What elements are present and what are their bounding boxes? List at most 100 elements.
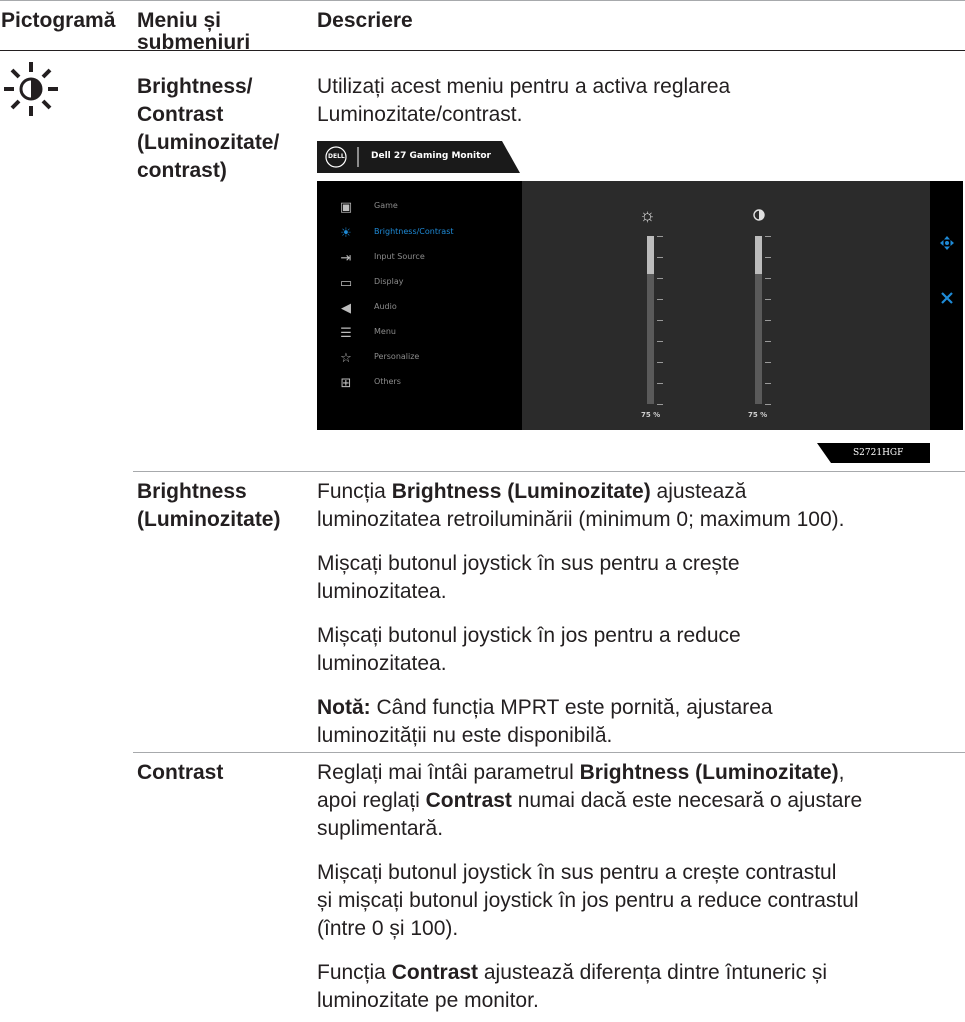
- osd-monitor-title: Dell 27 Gaming Monitor: [371, 151, 491, 161]
- osd-panel: ▣ Game ☀ Brightness/Contrast ⇥ Input Sou…: [317, 181, 963, 430]
- contrast-desc-line2: apoi reglați Contrast numai dacă este ne…: [317, 787, 862, 815]
- text-run: apoi reglați: [317, 789, 426, 812]
- contrast-slider-level: [755, 236, 762, 274]
- contrast-slider[interactable]: [755, 236, 762, 404]
- osd-item-game[interactable]: ▣ Game: [337, 197, 522, 217]
- brightness-tick: [657, 383, 663, 384]
- osd-item-display[interactable]: ▭ Display: [337, 273, 522, 293]
- bc-desc-line2: Luminozitate/contrast.: [317, 103, 523, 126]
- text-run: ajustează diferența dintre întuneric și: [478, 961, 828, 984]
- brightness-tick: [657, 362, 663, 363]
- brightness-tick: [657, 236, 663, 237]
- star-icon: ☆: [340, 350, 352, 365]
- menu-icon: ☰: [340, 325, 352, 340]
- header-pictogram: Pictogramă: [1, 9, 116, 32]
- contrast-value-label: 75 %: [748, 411, 768, 419]
- osd-joystick-column: [930, 181, 963, 430]
- text-run: ,: [838, 761, 845, 784]
- osd-item-label: Brightness/Contrast: [374, 227, 454, 236]
- audio-icon: ◀: [341, 300, 351, 315]
- brightness-contrast-icon: [0, 58, 62, 120]
- input-source-icon: ⇥: [340, 250, 352, 265]
- osd-menu-list: ▣ Game ☀ Brightness/Contrast ⇥ Input Sou…: [317, 181, 522, 430]
- brightness-tick: [657, 278, 663, 279]
- contrast-tick: [765, 404, 771, 405]
- text-run-bold: Contrast: [425, 789, 512, 812]
- header-description: Descriere: [317, 9, 413, 32]
- brightness-slider-level: [647, 236, 654, 274]
- osd-item-brightness-contrast[interactable]: ☀ Brightness/Contrast: [337, 223, 522, 243]
- osd-item-audio[interactable]: ◀ Audio: [337, 298, 522, 318]
- osd-item-label: Personalize: [374, 352, 420, 361]
- osd-item-label: Menu: [374, 327, 396, 336]
- header-menu-line1: Meniu și: [137, 9, 222, 32]
- text-run-bold: Brightness (Luminozitate): [579, 761, 839, 784]
- joystick-move-icon[interactable]: [940, 236, 954, 250]
- osd-contrast-icon: [753, 208, 765, 221]
- brightness-desc-line1: Funcția Brightness (Luminozitate) ajuste…: [317, 478, 746, 506]
- contrast-tick: [765, 278, 771, 279]
- text-run: numai dacă este necesară o ajustare: [511, 789, 863, 812]
- bc-desc-line1: Utilizați acest meniu pentru a activa re…: [317, 75, 731, 98]
- contrast-tick: [765, 299, 771, 300]
- menu-brightness-contrast-2: Contrast: [137, 103, 224, 126]
- osd-item-label: Display: [374, 277, 404, 286]
- contrast-joystick-line2: și mișcați butonul joystick în jos pentr…: [317, 889, 859, 912]
- contrast-tick: [765, 362, 771, 363]
- osd-item-label: Audio: [374, 302, 397, 311]
- brightness-desc-line2: luminozitatea retroiluminării (minimum 0…: [317, 508, 845, 531]
- menu-brightness-1: Brightness: [137, 480, 247, 503]
- text-run: ajustează: [650, 480, 747, 503]
- osd-item-others[interactable]: ⊞ Others: [337, 373, 522, 393]
- contrast-function-line2: luminozitate pe monitor.: [317, 989, 539, 1012]
- brightness-down-line1: Mișcați butonul joystick în jos pentru a…: [317, 624, 741, 647]
- others-icon: ⊞: [340, 375, 352, 390]
- brightness-tick: [657, 341, 663, 342]
- text-run: Funcția: [317, 480, 392, 503]
- osd-item-label: Game: [374, 201, 398, 210]
- contrast-tick: [765, 383, 771, 384]
- osd-brightness-sun-icon: ☼: [639, 205, 656, 225]
- contrast-tick: [765, 341, 771, 342]
- model-badge: S2721HGF: [817, 443, 930, 463]
- text-run-bold: Contrast: [391, 961, 479, 984]
- contrast-function-line1: Funcția Contrast ajustează diferența din…: [317, 959, 827, 987]
- text-run-bold: Brightness (Luminozitate): [391, 480, 651, 503]
- contrast-tick: [765, 236, 771, 237]
- text-run: Reglați mai întâi parametrul: [317, 761, 580, 784]
- osd-item-personalize[interactable]: ☆ Personalize: [337, 348, 522, 368]
- menu-brightness-contrast-4: contrast): [137, 159, 227, 182]
- header-menu-line2: submeniuri: [137, 31, 251, 54]
- brightness-tick: [657, 299, 663, 300]
- osd-item-label: Others: [374, 377, 401, 386]
- menu-contrast: Contrast: [137, 761, 224, 784]
- osd-title-tab: DELL Dell 27 Gaming Monitor: [317, 141, 520, 173]
- model-name: S2721HGF: [853, 448, 904, 458]
- close-icon[interactable]: [941, 291, 953, 304]
- brightness-tick: [657, 404, 663, 405]
- osd-item-label: Input Source: [374, 252, 425, 261]
- menu-brightness-2: (Luminozitate): [137, 508, 281, 531]
- brightness-note-line2: luminozității nu este disponibilă.: [317, 724, 613, 747]
- contrast-joystick-line1: Mișcați butonul joystick în sus pentru a…: [317, 861, 837, 884]
- contrast-desc-line3: suplimentară.: [317, 817, 444, 840]
- contrast-joystick-line3: (între 0 și 100).: [317, 917, 459, 940]
- brightness-up-line1: Mișcați butonul joystick în sus pentru a…: [317, 552, 740, 575]
- menu-brightness-contrast-3: (Luminozitate/: [137, 131, 280, 154]
- brightness-tick: [657, 320, 663, 321]
- text-run: Funcția: [317, 961, 392, 984]
- osd-item-input-source[interactable]: ⇥ Input Source: [337, 248, 522, 268]
- menu-brightness-contrast-1: Brightness/: [137, 75, 253, 98]
- contrast-desc-line1: Reglați mai întâi parametrul Brightness …: [317, 759, 844, 787]
- dell-logo: DELL: [328, 153, 345, 160]
- display-icon: ▭: [339, 275, 353, 290]
- contrast-tick: [765, 320, 771, 321]
- game-icon: ▣: [339, 199, 353, 214]
- text-run: Când funcția MPRT este pornită, ajustare…: [370, 696, 773, 719]
- brightness-slider[interactable]: [647, 236, 654, 404]
- osd-item-menu[interactable]: ☰ Menu: [337, 323, 522, 343]
- brightness-note-line1: Notă: Când funcția MPRT este pornită, aj…: [317, 694, 773, 722]
- row-rule-1: [133, 471, 965, 472]
- brightness-icon: ☀: [340, 225, 352, 240]
- brightness-up-line2: luminozitatea.: [317, 580, 447, 603]
